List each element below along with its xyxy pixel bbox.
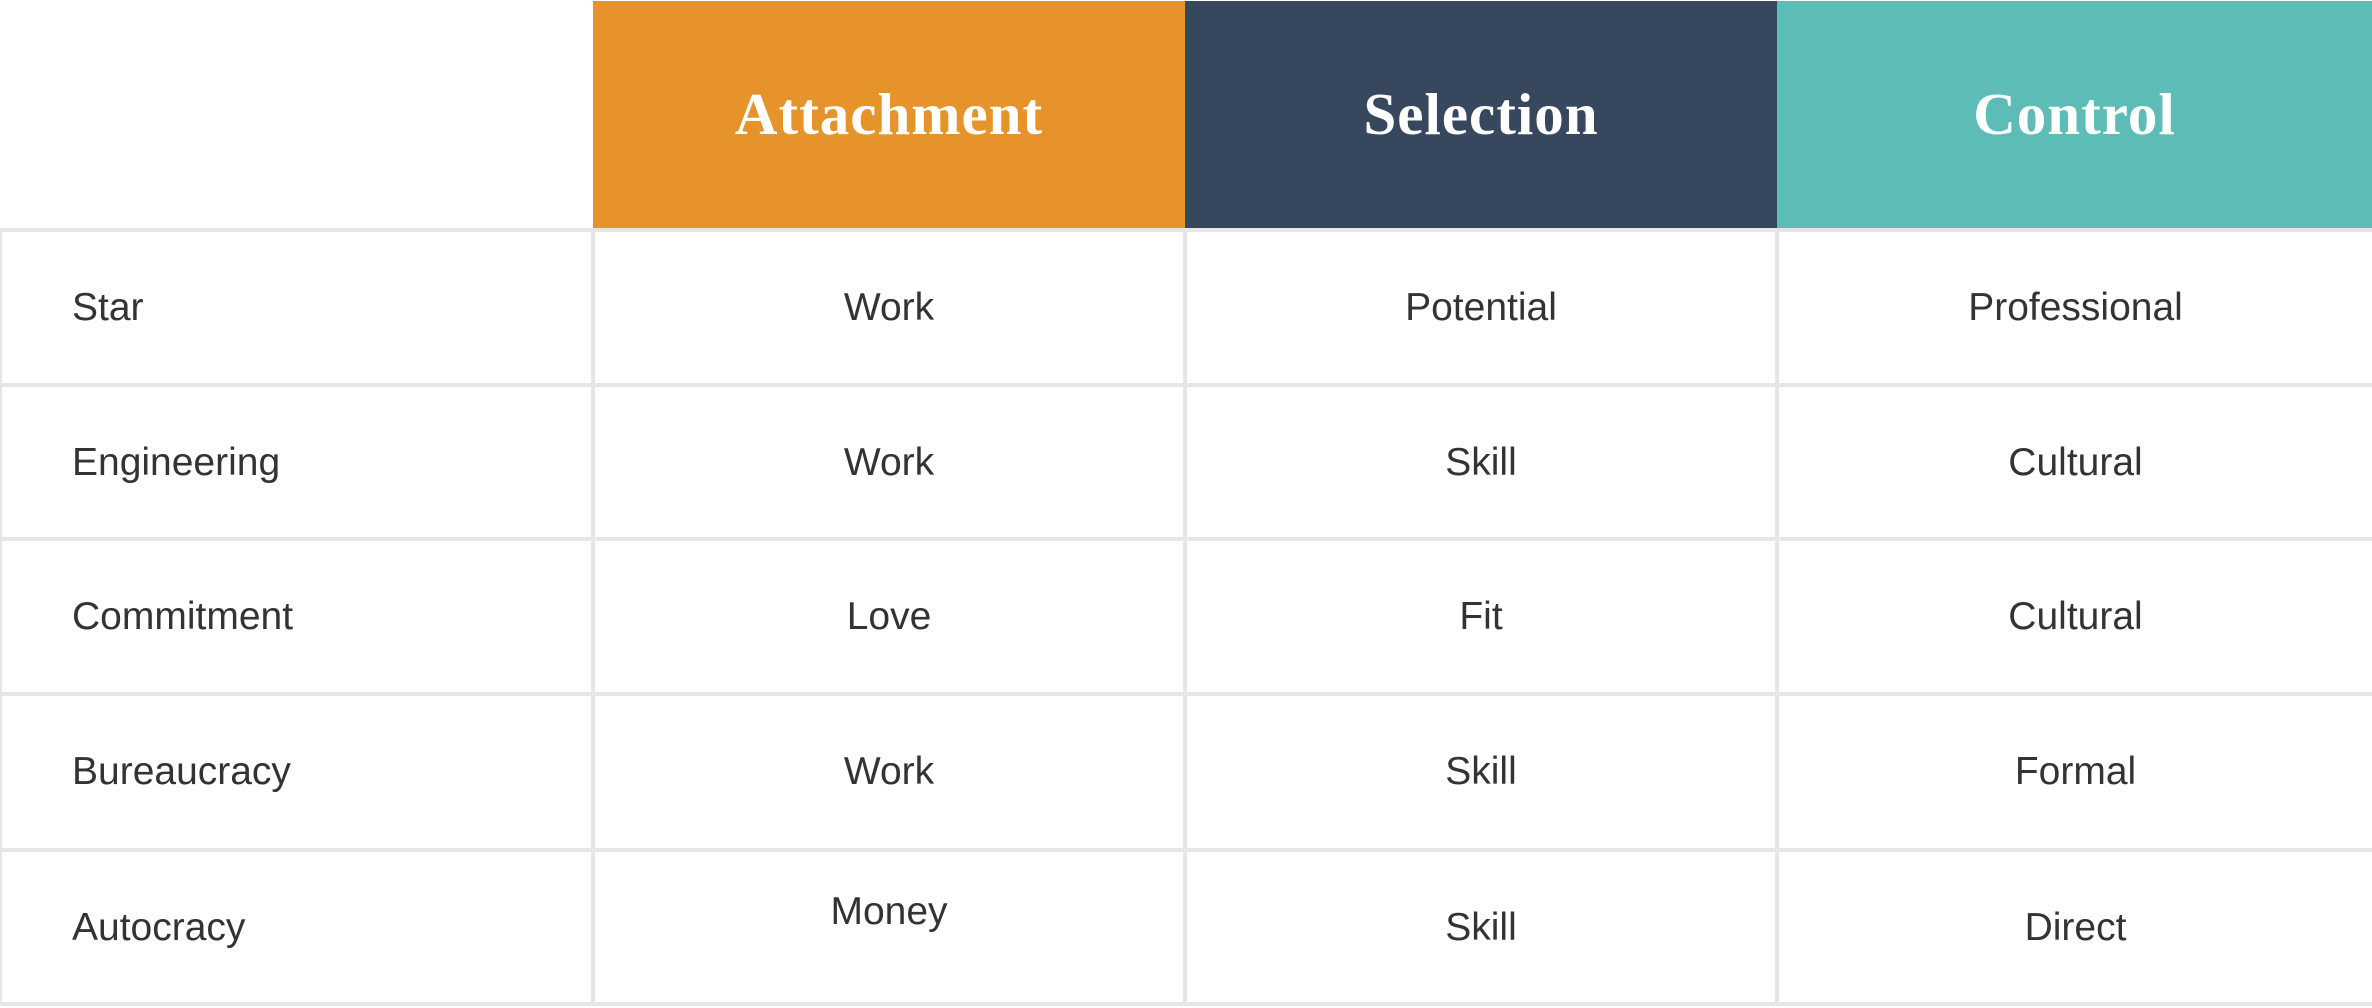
header-control: Control: [1777, 1, 2372, 228]
table-cell: Skill: [1445, 905, 1517, 949]
table-cell: Cultural: [2008, 440, 2143, 484]
row-label-star: Star: [72, 285, 144, 329]
table-cell: Love: [846, 594, 932, 638]
table-cell: Formal: [2014, 749, 2137, 793]
table-cell: Work: [843, 285, 935, 329]
table-cell: Professional: [1968, 285, 2183, 329]
header-selection: Selection: [1185, 1, 1777, 228]
table-cell: Money: [830, 889, 948, 933]
table-cell: Fit: [1459, 594, 1503, 638]
table-cell: Work: [843, 440, 935, 484]
row-label-bureaucracy: Bureaucracy: [72, 749, 291, 793]
row-label-commitment: Commitment: [72, 594, 294, 638]
row-label-autocracy: Autocracy: [72, 905, 246, 949]
row-label-engineering: Engineering: [72, 440, 281, 484]
table-cell: Direct: [2024, 905, 2127, 949]
table-cell: Cultural: [2008, 594, 2143, 638]
table-cell: Skill: [1445, 440, 1517, 484]
table-cell: Potential: [1405, 285, 1557, 329]
header-attachment: Attachment: [593, 1, 1185, 228]
table-cell: Work: [843, 749, 935, 793]
table-cell: Skill: [1445, 749, 1517, 793]
